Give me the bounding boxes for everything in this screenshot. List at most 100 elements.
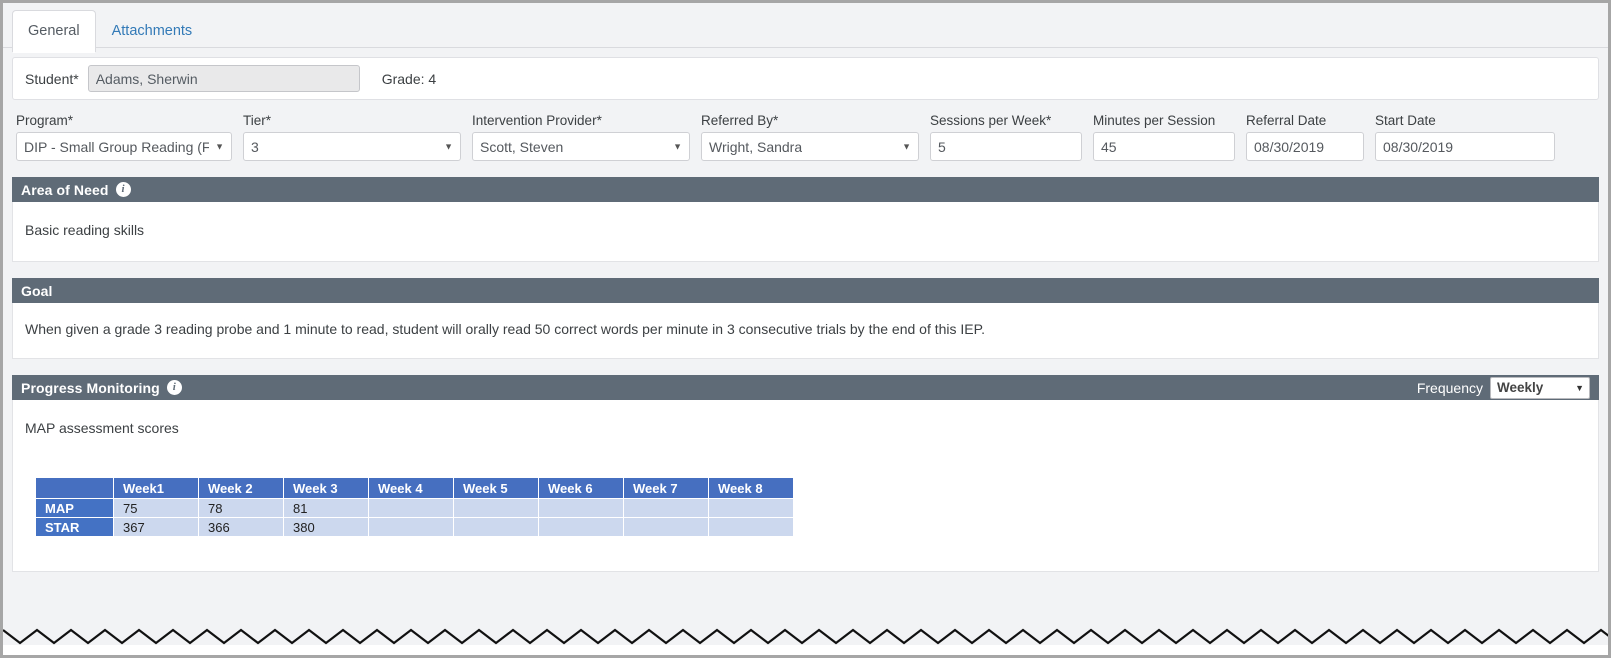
table-cell[interactable] <box>708 498 794 518</box>
table-col-header: Week 4 <box>368 477 454 499</box>
table-header-row: Week1 Week 2 Week 3 Week 4 Week 5 Week 6 Week … <box>35 477 794 499</box>
tab-general-label: General <box>28 23 80 39</box>
goal-header: Goal <box>12 278 1599 303</box>
table-col-header: Week1 <box>113 477 199 499</box>
table-cell[interactable]: 367 <box>113 517 199 537</box>
chevron-down-icon: ▼ <box>902 141 911 151</box>
grade-text: Grade: 4 <box>381 70 437 87</box>
area-of-need-body: Basic reading skills <box>12 202 1599 262</box>
section-area-of-need: Area of Need i Basic reading skills <box>12 177 1599 262</box>
student-input[interactable] <box>87 65 360 92</box>
table-col-header: Week 5 <box>453 477 539 499</box>
start-date-input[interactable]: 08/30/2019 <box>1375 132 1555 161</box>
table-body: MAP 75 78 81 STAR 367 366 380 <box>35 498 794 537</box>
sessions-per-week-value: 5 <box>938 138 946 155</box>
progress-monitoring-note: MAP assessment scores <box>25 420 179 436</box>
field-minutes-per-session: Minutes per Session 45 <box>1093 113 1235 161</box>
area-of-need-header: Area of Need i <box>12 177 1599 202</box>
start-date-value: 08/30/2019 <box>1383 138 1454 155</box>
field-referred-by: Referred By* Wright, Sandra ▼ <box>701 113 919 161</box>
tab-attachments-label: Attachments <box>111 23 193 39</box>
goal-title: Goal <box>21 282 53 299</box>
field-intervention-provider: Intervention Provider* Scott, Steven ▼ <box>472 113 690 161</box>
info-icon[interactable]: i <box>115 182 131 197</box>
info-icon[interactable]: i <box>166 380 182 395</box>
field-sessions-per-week: Sessions per Week* 5 <box>930 113 1082 161</box>
referred-by-value: Wright, Sandra <box>709 138 803 155</box>
progress-monitoring-table: Week1 Week 2 Week 3 Week 4 Week 5 Week 6 Week … <box>35 477 794 537</box>
section-goal: Goal When given a grade 3 reading probe … <box>12 278 1599 359</box>
table-cell[interactable] <box>623 498 709 518</box>
area-of-need-text: Basic reading skills <box>25 222 145 238</box>
table-cell[interactable]: 78 <box>198 498 284 518</box>
minutes-per-session-value: 45 <box>1101 138 1117 155</box>
table-row-header: STAR <box>35 517 114 537</box>
table-corner-header <box>35 477 114 499</box>
student-label: Student* <box>25 70 79 87</box>
table-cell[interactable] <box>538 517 624 537</box>
tab-strip: General Attachments <box>3 3 1608 52</box>
torn-edge-decoration <box>3 613 1608 655</box>
program-label: Program* <box>16 113 74 128</box>
sessions-per-week-label: Sessions per Week* <box>930 113 1052 128</box>
table-row-header: MAP <box>35 498 114 518</box>
progress-monitoring-header: Progress Monitoring i Frequency Weekly ▼ <box>12 375 1599 400</box>
minutes-per-session-label: Minutes per Session <box>1093 113 1216 128</box>
program-value: DIP - Small Group Reading (F <box>24 138 209 155</box>
frequency-control: Frequency Weekly ▼ <box>1416 376 1590 399</box>
goal-body: When given a grade 3 reading probe and 1… <box>12 303 1599 359</box>
table-cell[interactable]: 81 <box>283 498 369 518</box>
sessions-per-week-input[interactable]: 5 <box>930 132 1082 161</box>
table-col-header: Week 3 <box>283 477 369 499</box>
intervention-plan-window: General Attachments Student* Grade: 4 Pr… <box>0 0 1611 658</box>
form-panel: Student* Grade: 4 Program* DIP - Small G… <box>3 57 1608 572</box>
table-cell[interactable] <box>623 517 709 537</box>
table-cell[interactable] <box>453 498 539 518</box>
chevron-down-icon: ▼ <box>1575 382 1584 393</box>
chevron-down-icon: ▼ <box>673 141 682 151</box>
table-col-header: Week 7 <box>623 477 709 499</box>
progress-monitoring-body: MAP assessment scores Week1 Week 2 Week 3W… <box>12 400 1599 572</box>
chevron-down-icon: ▼ <box>444 141 453 151</box>
tab-general[interactable]: General <box>12 10 96 52</box>
minutes-per-session-input[interactable]: 45 <box>1093 132 1235 161</box>
table-cell[interactable]: 380 <box>283 517 369 537</box>
tier-label: Tier* <box>243 113 272 128</box>
goal-text: When given a grade 3 reading probe and 1… <box>25 321 986 337</box>
field-tier: Tier* 3 ▼ <box>243 113 461 161</box>
table-cell[interactable]: 75 <box>113 498 199 518</box>
frequency-label: Frequency <box>1416 379 1483 396</box>
program-select[interactable]: DIP - Small Group Reading (F ▼ <box>16 132 232 161</box>
field-start-date: Start Date 08/30/2019 <box>1375 113 1555 161</box>
frequency-value: Weekly <box>1497 380 1544 395</box>
student-bar: Student* Grade: 4 <box>12 57 1599 100</box>
start-date-label: Start Date <box>1375 113 1436 128</box>
field-program: Program* DIP - Small Group Reading (F ▼ <box>16 113 232 161</box>
tier-select[interactable]: 3 ▼ <box>243 132 461 161</box>
intervention-provider-select[interactable]: Scott, Steven ▼ <box>472 132 690 161</box>
intervention-provider-label: Intervention Provider* <box>472 113 602 128</box>
table-cell[interactable]: 366 <box>198 517 284 537</box>
field-referral-date: Referral Date 08/30/2019 <box>1246 113 1364 161</box>
table-cell[interactable] <box>368 517 454 537</box>
section-progress-monitoring: Progress Monitoring i Frequency Weekly ▼… <box>12 375 1599 572</box>
area-of-need-title: Area of Need <box>21 181 109 198</box>
chevron-down-icon: ▼ <box>215 141 224 151</box>
table-cell[interactable] <box>708 517 794 537</box>
table-col-header: Week 6 <box>538 477 624 499</box>
frequency-select[interactable]: Weekly ▼ <box>1490 376 1590 399</box>
intervention-provider-value: Scott, Steven <box>480 138 564 155</box>
field-row: Program* DIP - Small Group Reading (F ▼ … <box>12 100 1599 161</box>
table-col-header: Week 8 <box>708 477 794 499</box>
tab-attachments[interactable]: Attachments <box>96 10 209 52</box>
table-cell[interactable] <box>538 498 624 518</box>
tier-value: 3 <box>251 138 259 155</box>
table-row: STAR 367 366 380 <box>35 517 794 537</box>
referred-by-select[interactable]: Wright, Sandra ▼ <box>701 132 919 161</box>
referral-date-label: Referral Date <box>1246 113 1327 128</box>
table-cell[interactable] <box>368 498 454 518</box>
table-col-header: Week 2 <box>198 477 284 499</box>
table-cell[interactable] <box>453 517 539 537</box>
referred-by-label: Referred By* <box>701 113 779 128</box>
referral-date-input[interactable]: 08/30/2019 <box>1246 132 1364 161</box>
